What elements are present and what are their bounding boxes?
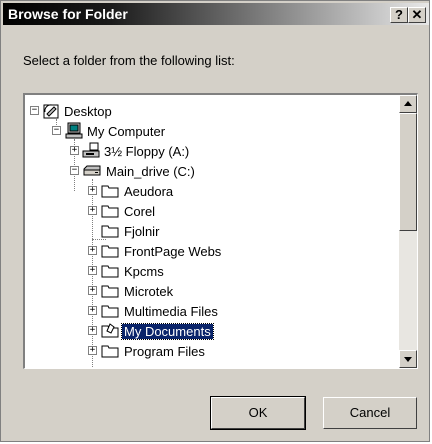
folder-icon [101, 345, 119, 358]
window-title: Browse for Folder [8, 6, 128, 22]
tree-node-folder[interactable]: + Microtek [25, 281, 395, 301]
folder-icon [101, 285, 119, 298]
tree-node-label: Fjolnir [124, 223, 160, 239]
tree-node-desktop[interactable]: − Desktop [25, 101, 395, 121]
folder-icon [101, 205, 119, 218]
tree-node-label: My Computer [87, 123, 166, 139]
folder-tree-view[interactable]: − Desktop − My Computer + 3½ Floppy (A:)… [23, 93, 418, 369]
folder-icon [101, 305, 119, 318]
floppy-drive-icon [82, 142, 100, 158]
vertical-scrollbar[interactable] [399, 95, 417, 368]
desktop-icon [43, 104, 59, 119]
tree-node-folder[interactable]: + Multimedia Files [25, 301, 395, 321]
expand-toggle[interactable]: + [88, 346, 97, 355]
tree-node-folder[interactable]: + Aeudora [25, 181, 395, 201]
tree-node-label: Program Files [124, 343, 205, 359]
expand-toggle[interactable]: + [88, 186, 97, 195]
my-documents-folder-icon [101, 323, 119, 338]
scroll-down-button[interactable] [399, 350, 417, 368]
tree-node-folder[interactable]: Fjolnir [25, 221, 395, 241]
scroll-up-button[interactable] [399, 95, 417, 113]
arrow-up-icon [404, 101, 412, 106]
tree-node-label: Multimedia Files [124, 303, 218, 319]
tree-node-label: Corel [124, 203, 156, 219]
expand-toggle[interactable]: + [88, 306, 97, 315]
ok-button[interactable]: OK [210, 396, 306, 430]
computer-icon [65, 122, 83, 139]
tree-node-folder[interactable]: + Program Files [25, 341, 395, 361]
expand-toggle[interactable]: + [88, 326, 97, 335]
tree-node-label: Main_drive (C:) [106, 163, 195, 179]
scroll-thumb[interactable] [399, 113, 417, 231]
tree-node-label-selected: My Documents [121, 322, 214, 340]
instruction-text: Select a folder from the following list: [23, 53, 235, 68]
folder-icon [101, 245, 119, 258]
collapse-toggle[interactable]: − [70, 166, 79, 175]
tree-node-folder[interactable]: + Kpcms [25, 261, 395, 281]
expand-toggle[interactable]: + [88, 286, 97, 295]
tree-node-label: 3½ Floppy (A:) [104, 143, 190, 159]
tree-node-main-drive[interactable]: − Main_drive (C:) [25, 161, 395, 181]
folder-icon [101, 225, 119, 238]
tree-node-label: FrontPage Webs [124, 243, 222, 259]
collapse-toggle[interactable]: − [30, 106, 39, 115]
expand-toggle[interactable]: + [70, 146, 79, 155]
expand-toggle[interactable]: + [88, 246, 97, 255]
cancel-button[interactable]: Cancel [323, 397, 417, 429]
folder-icon [101, 185, 119, 198]
tree-node-floppy[interactable]: + 3½ Floppy (A:) [25, 141, 395, 161]
tree-node-label: Desktop [64, 103, 112, 119]
tree-node-my-computer[interactable]: − My Computer [25, 121, 395, 141]
hard-drive-icon [83, 165, 101, 176]
tree-node-label: Kpcms [124, 263, 164, 279]
arrow-down-icon [404, 357, 412, 362]
folder-icon [101, 265, 119, 278]
expand-toggle[interactable]: + [88, 206, 97, 215]
tree-node-label: Aeudora [124, 183, 174, 199]
title-bar[interactable]: Browse for Folder ? ✕ [3, 3, 429, 25]
browse-for-folder-dialog: Browse for Folder ? ✕ Select a folder fr… [0, 0, 430, 442]
help-button[interactable]: ? [390, 7, 408, 23]
tree-node-folder[interactable]: + FrontPage Webs [25, 241, 395, 261]
tree-node-my-documents[interactable]: + My Documents [25, 321, 395, 341]
tree-node-label: Microtek [124, 283, 174, 299]
folder-tree: − Desktop − My Computer + 3½ Floppy (A:)… [25, 95, 397, 368]
expand-toggle[interactable]: + [88, 266, 97, 275]
tree-node-folder[interactable]: + Corel [25, 201, 395, 221]
close-button[interactable]: ✕ [408, 7, 426, 23]
collapse-toggle[interactable]: − [52, 126, 61, 135]
